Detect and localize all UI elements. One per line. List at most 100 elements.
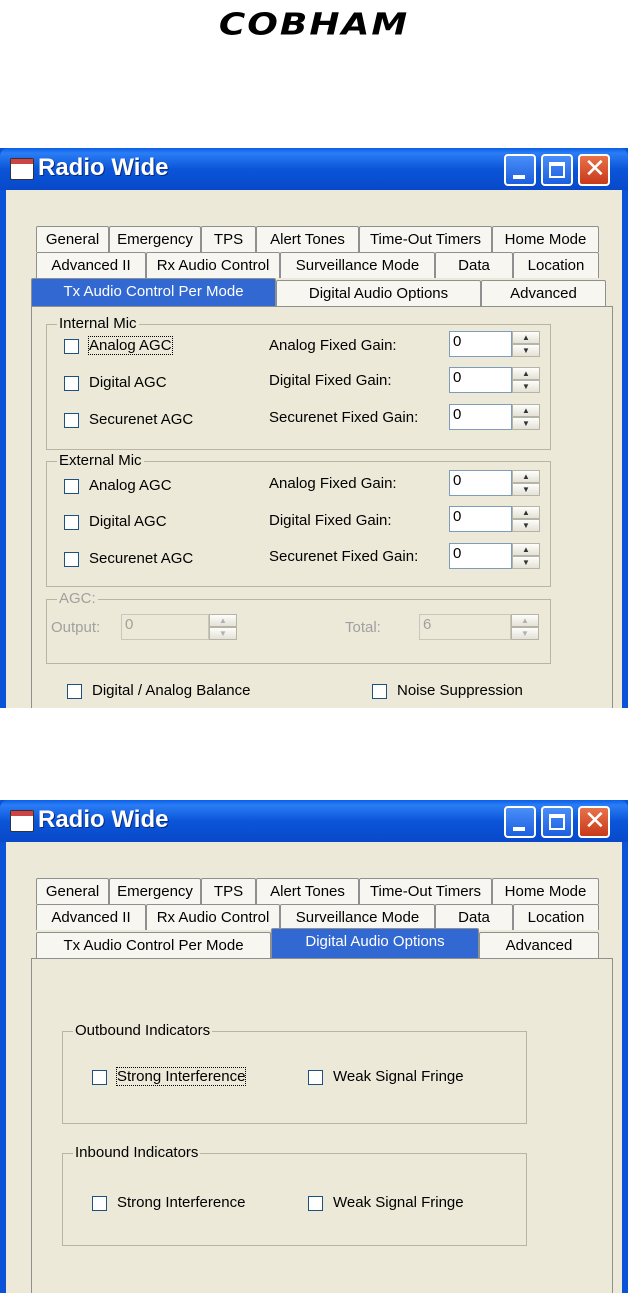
external-digital-gain-spinner[interactable]: 0 ▲ ▼ xyxy=(449,506,541,532)
minimize-button[interactable] xyxy=(504,154,536,186)
internal-analog-gain-spinner[interactable]: 0 ▲ ▼ xyxy=(449,331,541,357)
tab-data[interactable]: Data xyxy=(435,252,513,278)
internal-mic-legend: Internal Mic xyxy=(57,315,139,332)
agc-output-spinner: 0 ▲ ▼ xyxy=(121,614,237,640)
digital-analog-balance-checkbox[interactable] xyxy=(67,684,82,699)
title-bar[interactable]: Radio Wide ✕ xyxy=(0,800,628,842)
window-title: Radio Wide xyxy=(38,154,169,181)
external-analog-agc-label: Analog AGC xyxy=(89,477,172,494)
spin-up-icon[interactable]: ▲ xyxy=(512,543,540,556)
external-securenet-agc-label: Securenet AGC xyxy=(89,550,194,567)
tab-time-out-timers[interactable]: Time-Out Timers xyxy=(359,226,492,252)
external-securenet-gain-spinner[interactable]: 0 ▲ ▼ xyxy=(449,543,541,569)
window-client: General Emergency TPS Alert Tones Time-O… xyxy=(6,190,622,708)
tab-tx-audio-control-per-mode[interactable]: Tx Audio Control Per Mode xyxy=(31,278,276,306)
tab-data[interactable]: Data xyxy=(435,904,513,930)
spin-down-icon[interactable]: ▼ xyxy=(512,344,540,357)
tab-advanced[interactable]: Advanced xyxy=(481,280,606,306)
internal-digital-gain-label: Digital Fixed Gain: xyxy=(269,372,392,389)
agc-total-input: 6 xyxy=(419,614,511,640)
tab-panel-tx-audio: Internal Mic Analog AGC Analog Fixed Gai… xyxy=(31,306,613,708)
internal-analog-gain-label: Analog Fixed Gain: xyxy=(269,337,397,354)
tab-location[interactable]: Location xyxy=(513,252,599,278)
internal-digital-gain-spinner[interactable]: 0 ▲ ▼ xyxy=(449,367,541,393)
external-analog-gain-input[interactable]: 0 xyxy=(449,470,512,496)
tab-tps[interactable]: TPS xyxy=(201,878,256,904)
tab-surveillance-mode[interactable]: Surveillance Mode xyxy=(280,252,435,278)
tab-digital-audio-options[interactable]: Digital Audio Options xyxy=(276,280,481,306)
spin-up-icon[interactable]: ▲ xyxy=(512,331,540,344)
spin-up-icon[interactable]: ▲ xyxy=(512,470,540,483)
tab-emergency[interactable]: Emergency xyxy=(109,226,201,252)
tab-home-mode[interactable]: Home Mode xyxy=(492,226,599,252)
close-button[interactable]: ✕ xyxy=(578,806,610,838)
maximize-icon xyxy=(549,814,565,830)
outbound-strong-interference-checkbox[interactable] xyxy=(92,1070,107,1085)
maximize-button[interactable] xyxy=(541,154,573,186)
inbound-indicators-group: Inbound Indicators Strong Interference W… xyxy=(62,1144,527,1246)
minimize-icon xyxy=(513,827,525,831)
tab-time-out-timers[interactable]: Time-Out Timers xyxy=(359,878,492,904)
external-analog-gain-label: Analog Fixed Gain: xyxy=(269,475,397,492)
external-digital-agc-checkbox[interactable] xyxy=(64,515,79,530)
tab-advanced-ii[interactable]: Advanced II xyxy=(36,252,146,278)
spin-down-icon[interactable]: ▼ xyxy=(512,380,540,393)
tab-digital-audio-options[interactable]: Digital Audio Options xyxy=(271,928,479,958)
spin-down-icon[interactable]: ▼ xyxy=(512,556,540,569)
close-icon: ✕ xyxy=(584,154,606,184)
internal-securenet-gain-spinner[interactable]: 0 ▲ ▼ xyxy=(449,404,541,430)
external-analog-agc-checkbox[interactable] xyxy=(64,479,79,494)
title-bar[interactable]: Radio Wide ✕ xyxy=(0,148,628,190)
inbound-strong-interference-checkbox[interactable] xyxy=(92,1196,107,1211)
external-digital-gain-input[interactable]: 0 xyxy=(449,506,512,532)
spin-down-icon[interactable]: ▼ xyxy=(512,483,540,496)
spin-down-icon[interactable]: ▼ xyxy=(512,519,540,532)
inbound-weak-signal-fringe-checkbox[interactable] xyxy=(308,1196,323,1211)
agc-group: AGC: Output: 0 ▲ ▼ Total: 6 ▲ ▼ xyxy=(46,590,551,664)
spin-down-icon: ▼ xyxy=(511,627,539,640)
tab-advanced-ii[interactable]: Advanced II xyxy=(36,904,146,930)
internal-analog-agc-checkbox[interactable] xyxy=(64,339,79,354)
close-button[interactable]: ✕ xyxy=(578,154,610,186)
external-securenet-gain-input[interactable]: 0 xyxy=(449,543,512,569)
tab-rx-audio-control[interactable]: Rx Audio Control xyxy=(146,904,280,930)
internal-securenet-gain-input[interactable]: 0 xyxy=(449,404,512,430)
minimize-button[interactable] xyxy=(504,806,536,838)
tab-emergency[interactable]: Emergency xyxy=(109,878,201,904)
spin-up-icon: ▲ xyxy=(511,614,539,627)
maximize-button[interactable] xyxy=(541,806,573,838)
app-icon xyxy=(10,158,34,180)
agc-legend: AGC: xyxy=(57,590,98,607)
tab-general[interactable]: General xyxy=(36,226,109,252)
tab-alert-tones[interactable]: Alert Tones xyxy=(256,878,359,904)
external-securenet-agc-checkbox[interactable] xyxy=(64,552,79,567)
internal-digital-agc-checkbox[interactable] xyxy=(64,376,79,391)
maximize-icon xyxy=(549,162,565,178)
tab-location[interactable]: Location xyxy=(513,904,599,930)
tab-surveillance-mode[interactable]: Surveillance Mode xyxy=(280,904,435,930)
internal-analog-gain-input[interactable]: 0 xyxy=(449,331,512,357)
outbound-weak-signal-fringe-label: Weak Signal Fringe xyxy=(333,1068,464,1085)
external-mic-group: External Mic Analog AGC Analog Fixed Gai… xyxy=(46,452,551,587)
inbound-strong-interference-label: Strong Interference xyxy=(117,1194,246,1211)
internal-digital-gain-input[interactable]: 0 xyxy=(449,367,512,393)
tab-advanced[interactable]: Advanced xyxy=(479,932,599,958)
agc-output-input: 0 xyxy=(121,614,209,640)
tab-general[interactable]: General xyxy=(36,878,109,904)
internal-securenet-agc-checkbox[interactable] xyxy=(64,413,79,428)
external-analog-gain-spinner[interactable]: 0 ▲ ▼ xyxy=(449,470,541,496)
tab-tx-audio-control-per-mode[interactable]: Tx Audio Control Per Mode xyxy=(36,932,271,958)
spin-up-icon[interactable]: ▲ xyxy=(512,404,540,417)
spin-up-icon[interactable]: ▲ xyxy=(512,506,540,519)
external-digital-agc-label: Digital AGC xyxy=(89,513,167,530)
tab-home-mode[interactable]: Home Mode xyxy=(492,878,599,904)
tab-rx-audio-control[interactable]: Rx Audio Control xyxy=(146,252,280,278)
close-icon: ✕ xyxy=(584,806,606,836)
tab-alert-tones[interactable]: Alert Tones xyxy=(256,226,359,252)
noise-suppression-checkbox[interactable] xyxy=(372,684,387,699)
spin-down-icon[interactable]: ▼ xyxy=(512,417,540,430)
internal-digital-agc-label: Digital AGC xyxy=(89,374,167,391)
outbound-weak-signal-fringe-checkbox[interactable] xyxy=(308,1070,323,1085)
spin-up-icon[interactable]: ▲ xyxy=(512,367,540,380)
tab-tps[interactable]: TPS xyxy=(201,226,256,252)
